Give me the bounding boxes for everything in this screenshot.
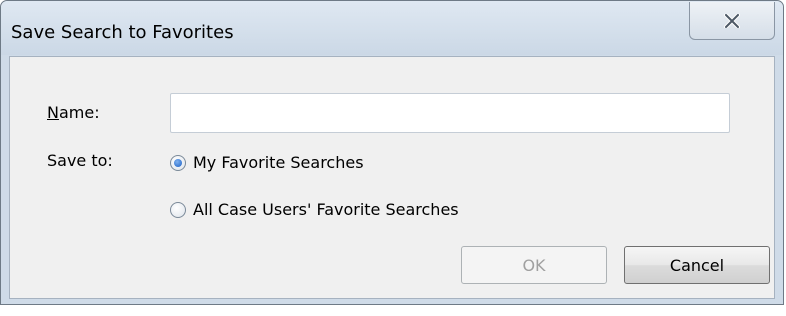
save-search-dialog: Save Search to Favorites Name: Save to: … [0, 0, 784, 305]
name-input[interactable] [170, 93, 730, 133]
radio-all-case-users-favorite-searches[interactable]: All Case Users' Favorite Searches [170, 200, 459, 219]
save-to-label: Save to: [47, 151, 113, 170]
radio-button-unselected[interactable] [170, 201, 186, 218]
ok-button[interactable]: OK [461, 246, 607, 284]
close-x-icon [724, 13, 740, 28]
radio-label-my-favorites: My Favorite Searches [193, 153, 364, 172]
radio-my-favorite-searches[interactable]: My Favorite Searches [170, 153, 364, 172]
radio-label-all-case-users: All Case Users' Favorite Searches [193, 200, 459, 219]
dialog-title: Save Search to Favorites [11, 22, 234, 43]
radio-button-selected[interactable] [170, 154, 186, 171]
name-label: Name: [47, 103, 100, 122]
title-bar[interactable]: Save Search to Favorites [1, 1, 783, 55]
close-button[interactable] [689, 2, 775, 40]
dialog-body: Name: Save to: My Favorite Searches All … [9, 56, 775, 299]
cancel-button[interactable]: Cancel [624, 246, 770, 284]
